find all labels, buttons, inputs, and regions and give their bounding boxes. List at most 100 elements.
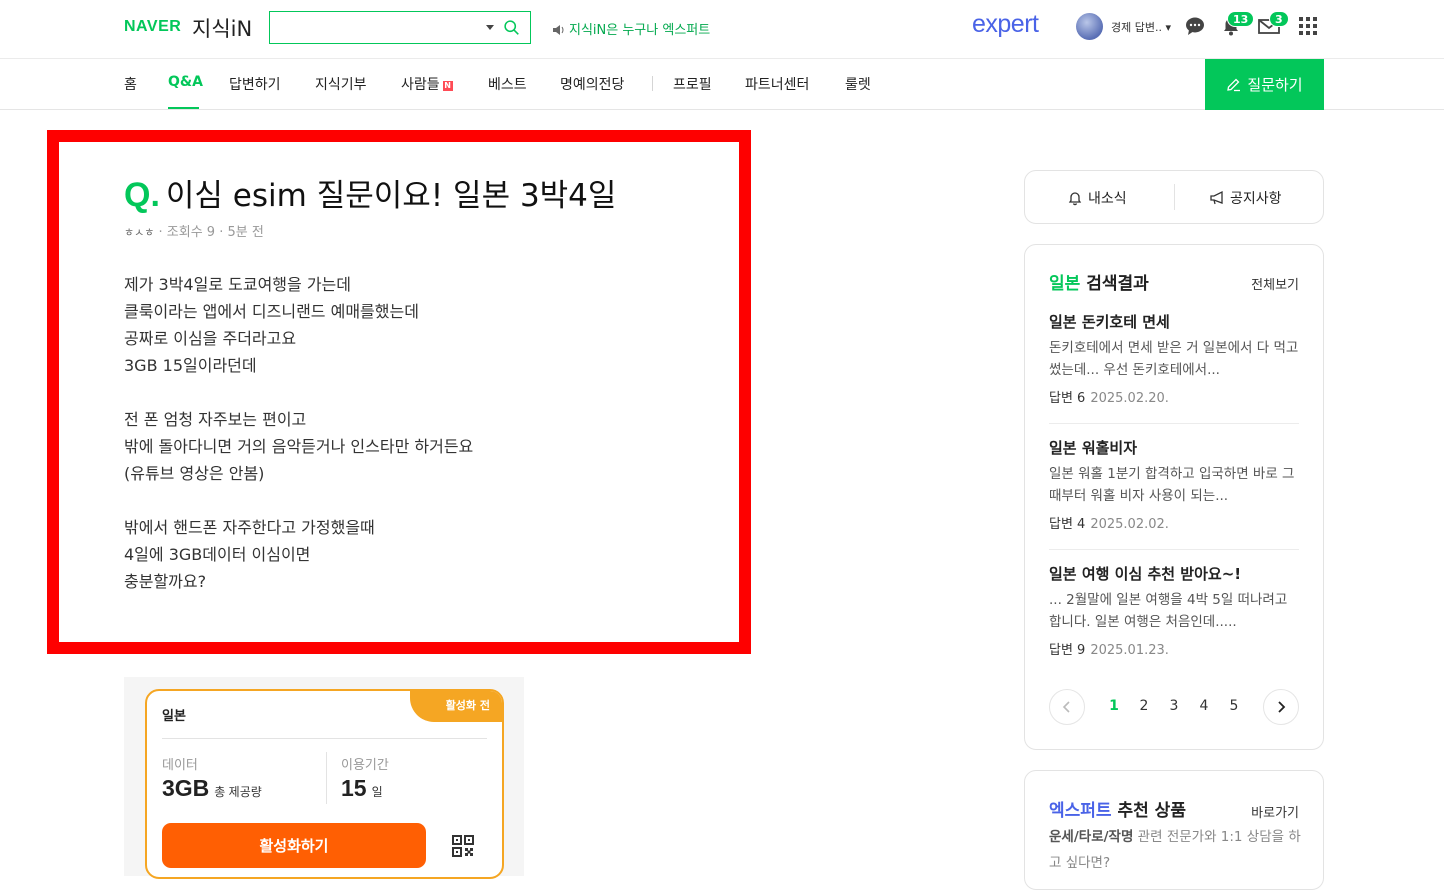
expert-card-title: 엑스퍼트 추천 상품	[1049, 796, 1186, 821]
new-badge: N	[442, 81, 453, 91]
expert-recommend-card: 엑스퍼트 추천 상품 바로가기 운세/타로/작명 관련 전문가와 1:1 상담을…	[1024, 770, 1324, 890]
nav-qna[interactable]: Q&A	[168, 74, 203, 90]
result-divider	[1049, 549, 1299, 550]
esim-period-label: 이용기간	[341, 758, 389, 773]
megaphone-icon	[1210, 190, 1223, 205]
expert-promo-link[interactable]: 지식iN은 누구나 엑스퍼트	[553, 19, 710, 38]
page-2[interactable]: 2	[1137, 698, 1151, 714]
avatar[interactable]	[1076, 13, 1103, 40]
go-to-expert-link[interactable]: 바로가기	[1251, 802, 1299, 821]
page-5[interactable]: 5	[1227, 698, 1241, 714]
nav-people[interactable]: 사람들 N	[401, 74, 453, 94]
qr-code-icon[interactable]	[452, 835, 474, 857]
chevron-left-icon	[1062, 701, 1070, 713]
nav-donate[interactable]: 지식기부	[315, 74, 367, 94]
question-paragraph-2: 전 폰 엄청 자주보는 편이고 밖에 돌아다니면 거의 음악듣거나 인스타만 하…	[124, 406, 724, 487]
body-line: 3GB 15일이라던데	[124, 356, 257, 375]
question-title-text: 이심 esim 질문이요! 일본 3박4일	[165, 178, 617, 214]
result-answer-count: 답변 6	[1049, 391, 1086, 406]
question-mark: Q.	[124, 176, 160, 214]
user-menu[interactable]: 경제 답변.. ▾	[1111, 19, 1171, 35]
result-item-desc: 일본 워홀 1분기 합격하고 입국하면 바로 그때부터 워홀 비자 사용이 되는…	[1049, 466, 1295, 504]
bell-outline-icon	[1068, 192, 1082, 206]
question-body: 제가 3박4일로 도쿄여행을 가는데 클룩이라는 앱에서 디즈니랜드 예매를했는…	[124, 271, 724, 622]
search-results-card: 일본 검색결과 전체보기 일본 돈키호테 면세 돈키호테에서 면세 받은 거 일…	[1024, 244, 1324, 750]
result-item-title[interactable]: 일본 돈키호테 면세	[1049, 311, 1299, 332]
activate-button[interactable]: 활성화하기	[162, 823, 426, 868]
tab-my-news-label: 내소식	[1088, 191, 1127, 207]
esim-data-unit: 총 제공량	[214, 785, 262, 799]
nav-roulette[interactable]: 룰렛	[845, 74, 871, 94]
result-date: 2025.02.02.	[1090, 517, 1169, 532]
tab-notice[interactable]: 공지사항	[1209, 188, 1282, 208]
question-author[interactable]: ㅎㅅㅎ	[124, 226, 154, 239]
search-option-caret-icon[interactable]	[486, 25, 494, 30]
esim-data-label: 데이터	[162, 758, 198, 773]
esim-period-unit: 일	[371, 785, 383, 799]
esim-card: 활성화 전 일본 데이터 3GB 총 제공량 이용기간 15 일 활성화하기	[145, 689, 504, 879]
promo-text: 지식iN은 누구나 엑스퍼트	[569, 23, 711, 38]
esim-country: 일본	[162, 709, 186, 724]
page-4[interactable]: 4	[1197, 698, 1211, 714]
result-item[interactable]: 일본 워홀비자 일본 워홀 1분기 합격하고 입국하면 바로 그때부터 워홀 비…	[1049, 437, 1299, 532]
result-item-meta: 답변 9 2025.01.23.	[1049, 639, 1299, 658]
expert-logo[interactable]: expert	[972, 10, 1039, 39]
esim-divider	[162, 738, 487, 739]
nav-divider	[652, 76, 653, 91]
speaker-icon	[553, 25, 564, 35]
body-line: 전 폰 엄청 자주보는 편이고	[124, 410, 307, 429]
question-time: 5분 전	[227, 225, 264, 240]
question-views: 조회수 9	[166, 225, 216, 240]
pencil-icon	[1227, 78, 1241, 92]
result-item-meta: 답변 6 2025.02.20.	[1049, 387, 1299, 406]
page-3[interactable]: 3	[1167, 698, 1181, 714]
chat-icon[interactable]	[1184, 15, 1206, 37]
nav-answer[interactable]: 답변하기	[229, 74, 281, 94]
search-icon[interactable]	[503, 19, 520, 36]
nav-home[interactable]: 홈	[124, 74, 137, 94]
result-item-desc: ... 2월말에 일본 여행을 4박 5일 떠나려고 합니다. 일본 여행은 처…	[1049, 592, 1288, 630]
naver-logo[interactable]: NAVER	[124, 18, 181, 36]
result-date: 2025.02.20.	[1090, 391, 1169, 406]
question-paragraph-3: 밖에서 핸드폰 자주한다고 가정했을때 4일에 3GB데이터 이심이면 충분할까…	[124, 514, 724, 595]
next-page-button[interactable]	[1263, 689, 1299, 725]
result-item-desc: 돈키호테에서 면세 받은 거 일본에서 다 먹고 썼는데... 우선 돈키호테에…	[1049, 340, 1299, 378]
body-line: 클룩이라는 앱에서 디즈니랜드 예매를했는데	[124, 302, 419, 321]
active-tab-underline	[168, 107, 199, 109]
tab-my-news[interactable]: 내소식	[1067, 188, 1127, 208]
result-divider	[1049, 423, 1299, 424]
body-line: 충분할까요?	[124, 572, 207, 591]
view-all-link[interactable]: 전체보기	[1251, 274, 1299, 293]
body-line: (유튜브 영상은 안봄)	[124, 464, 265, 483]
esim-period-amount: 15	[341, 775, 367, 801]
top-header: NAVER 지식iN 지식iN은 누구나 엑스퍼트 expert 경제 답변..…	[0, 0, 1444, 59]
esim-status-badge: 활성화 전	[410, 691, 502, 722]
nav-partner-center[interactable]: 파트너센터	[745, 74, 809, 94]
body-line: 밖에서 핸드폰 자주한다고 가정했을때	[124, 518, 375, 537]
page-1[interactable]: 1	[1107, 698, 1121, 714]
result-item-title[interactable]: 일본 워홀비자	[1049, 437, 1299, 458]
ask-question-button[interactable]: 질문하기	[1205, 59, 1324, 110]
result-item[interactable]: 일본 여행 이심 추천 받아요~! ... 2월말에 일본 여행을 4박 5일 …	[1049, 563, 1299, 658]
chevron-right-icon	[1278, 701, 1286, 713]
result-item[interactable]: 일본 돈키호테 면세 돈키호테에서 면세 받은 거 일본에서 다 먹고 썼는데.…	[1049, 311, 1299, 406]
notify-count-badge: 13	[1227, 11, 1255, 27]
apps-grid-icon[interactable]	[1297, 15, 1319, 37]
search-input[interactable]	[269, 11, 531, 44]
expert-card-desc[interactable]: 운세/타로/작명 관련 전문가와 1:1 상담을 하고 싶다면?	[1049, 824, 1304, 876]
expert-brand: 엑스퍼트	[1049, 801, 1112, 821]
result-date: 2025.01.23.	[1090, 643, 1169, 658]
nav-best[interactable]: 베스트	[488, 74, 527, 94]
nav-hall-of-fame[interactable]: 명예의전당	[560, 74, 624, 94]
result-answer-count: 답변 9	[1049, 643, 1086, 658]
prev-page-button[interactable]	[1049, 689, 1085, 725]
nav-people-label: 사람들	[401, 77, 440, 93]
result-item-title[interactable]: 일본 여행 이심 추천 받아요~!	[1049, 563, 1299, 584]
results-title-suffix: 검색결과	[1080, 274, 1149, 294]
sidebar-tabs: 내소식 공지사항	[1024, 170, 1324, 224]
esim-period-value: 15 일	[341, 775, 383, 802]
nav-profile[interactable]: 프로필	[673, 74, 712, 94]
kin-logo[interactable]: 지식iN	[192, 13, 252, 43]
body-line: 제가 3박4일로 도쿄여행을 가는데	[124, 275, 351, 294]
body-line: 공짜로 이심을 주더라고요	[124, 329, 297, 348]
